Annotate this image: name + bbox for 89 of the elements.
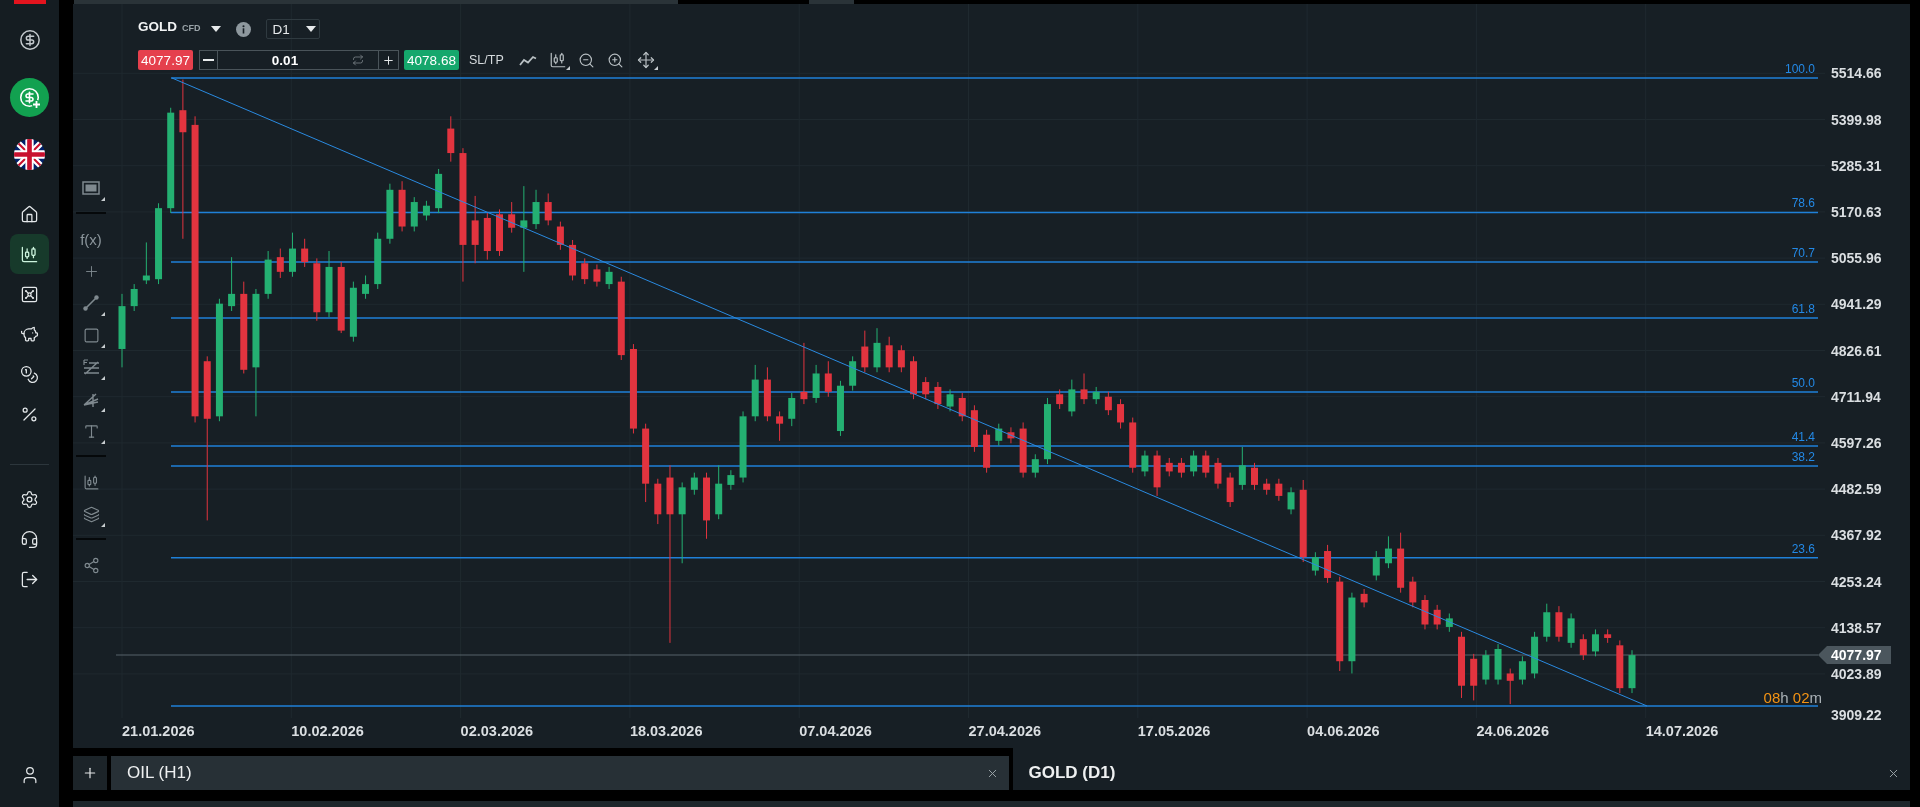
- zoom-in-icon[interactable]: [606, 51, 624, 69]
- logout-icon[interactable]: [20, 569, 39, 589]
- quantity-field[interactable]: 0.01: [218, 50, 378, 70]
- corner-mark-icon: [101, 523, 105, 527]
- candlestick-icon[interactable]: [548, 51, 567, 69]
- candlestick-icon[interactable]: [82, 473, 100, 491]
- logo-strip: [13, 0, 46, 4]
- piggy-bank-icon: [20, 324, 39, 344]
- date-label: 07.04.2026: [799, 723, 872, 739]
- home-icon: [20, 204, 39, 224]
- price-label: 5170.63: [1831, 203, 1882, 220]
- price-label: 4482.59: [1831, 481, 1882, 498]
- fib-level-label: 50.0: [1791, 376, 1815, 390]
- line-segment-icon[interactable]: [82, 294, 100, 312]
- headset-icon[interactable]: [20, 529, 39, 549]
- caret-icon: [210, 26, 221, 32]
- countdown-timer: 08h 02m: [1763, 688, 1822, 706]
- price-label: 4138.57: [1831, 619, 1882, 636]
- share-icon[interactable]: [82, 556, 100, 574]
- date-label: 02.03.2026: [460, 723, 534, 739]
- sell-price-button[interactable]: 4077.97: [138, 50, 193, 70]
- current-price-tag: 4077.97: [1818, 646, 1891, 664]
- info-icon[interactable]: [235, 21, 251, 37]
- timeframe-dropdown[interactable]: D1: [265, 19, 320, 39]
- price-label: 4941.29: [1831, 296, 1882, 313]
- decrease-button[interactable]: [199, 50, 218, 70]
- fib-level-label: 38.2: [1791, 450, 1815, 465]
- corner-mark-icon: [101, 197, 105, 201]
- price-label: 4711.94: [1831, 388, 1881, 405]
- plus-icon: [382, 53, 395, 67]
- text-icon[interactable]: [82, 422, 100, 440]
- line-chart-icon[interactable]: [518, 54, 537, 66]
- date-label: 21.01.2026: [122, 723, 195, 739]
- swap-icon[interactable]: [352, 54, 364, 66]
- add-tab-button[interactable]: [73, 756, 107, 790]
- price-label: 3909.22: [1831, 707, 1882, 723]
- date-label: 27.04.2026: [968, 723, 1042, 739]
- price-label: 4023.89: [1831, 665, 1882, 682]
- rectangle-icon[interactable]: [82, 326, 100, 344]
- price-label: 5399.98: [1831, 111, 1882, 128]
- window-icon[interactable]: [82, 181, 100, 195]
- plus-icon: [82, 765, 98, 781]
- candlestick-icon: [20, 244, 39, 264]
- date-label: 18.03.2026: [629, 723, 703, 739]
- price-label: 5514.66: [1831, 65, 1882, 82]
- date-label: 04.06.2026: [1307, 723, 1380, 739]
- symbol-dropdown[interactable]: GOLD CFD: [138, 19, 221, 39]
- corner-mark-icon: [101, 344, 105, 348]
- fib-level-label: 23.6: [1791, 541, 1815, 556]
- flag-icon[interactable]: [14, 138, 45, 170]
- corner-mark-icon: [101, 312, 105, 316]
- date-label: 17.05.2026: [1137, 723, 1211, 739]
- price-label: 5055.96: [1831, 250, 1882, 267]
- fib-level-label: 78.6: [1791, 196, 1815, 211]
- function-button[interactable]: f(x): [80, 228, 102, 250]
- sidebar-item[interactable]: [10, 234, 49, 274]
- settings-icon[interactable]: [20, 489, 39, 509]
- fan-lines-icon[interactable]: [82, 390, 100, 408]
- level-lines-icon[interactable]: [82, 358, 100, 376]
- zoom-out-icon[interactable]: [577, 51, 595, 69]
- corner-mark-icon: [101, 408, 105, 412]
- move-icon[interactable]: [636, 51, 655, 69]
- date-label: 10.02.2026: [291, 723, 364, 739]
- caret-icon: [305, 26, 316, 32]
- dollar-coin-icon[interactable]: [18, 29, 41, 51]
- date-label: 14.07.2026: [1645, 723, 1719, 739]
- price-label: 4367.92: [1831, 527, 1882, 544]
- corner-mark-icon: [565, 66, 570, 70]
- sl-tp-button[interactable]: SL/TP: [469, 50, 504, 70]
- price-label: 4826.61: [1831, 342, 1882, 359]
- fib-level-label: 41.4: [1791, 430, 1815, 444]
- price-label: 4253.24: [1831, 573, 1882, 590]
- chart-tab[interactable]: GOLD (D1): [1012, 748, 1910, 790]
- coins-icon: [20, 364, 39, 384]
- dollar-plus-icon[interactable]: [10, 77, 49, 117]
- safe-icon: [20, 284, 39, 304]
- corner-mark-icon: [653, 66, 658, 70]
- fib-level-label: 61.8: [1791, 301, 1815, 316]
- price-label: 5285.31: [1831, 157, 1882, 174]
- chart-tab[interactable]: OIL (H1): [111, 756, 1009, 790]
- minus-icon: [203, 59, 214, 61]
- fib-level-label: 100.0: [1784, 62, 1815, 76]
- date-label: 24.06.2026: [1476, 723, 1549, 739]
- layers-icon[interactable]: [82, 505, 100, 523]
- price-label: 4597.26: [1831, 434, 1882, 451]
- corner-mark-icon: [101, 440, 105, 444]
- fib-level-label: 70.7: [1791, 246, 1815, 260]
- corner-mark-icon: [101, 376, 105, 380]
- increase-button[interactable]: [378, 50, 399, 70]
